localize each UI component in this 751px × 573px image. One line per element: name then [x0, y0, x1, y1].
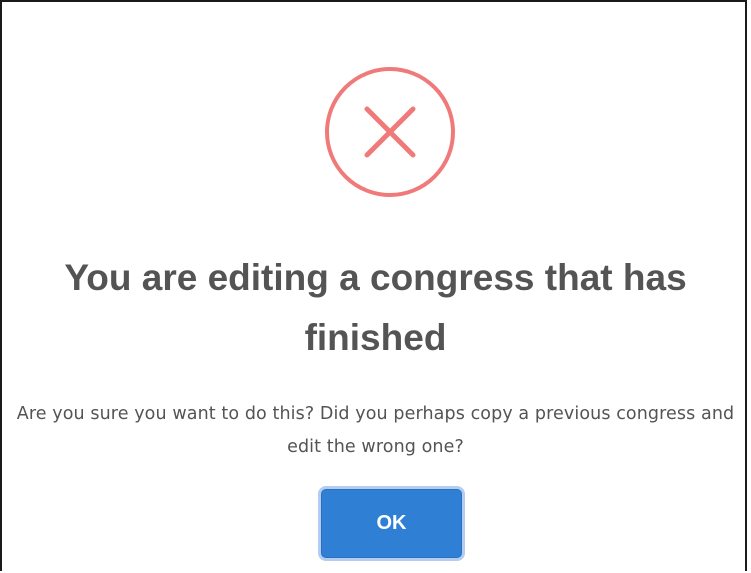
ok-button[interactable]: OK: [318, 486, 465, 561]
dialog-message: Are you sure you want to do this? Did yo…: [16, 404, 735, 457]
error-x-icon: [324, 66, 456, 198]
dialog-title: You are editing a congress that has fini…: [64, 257, 687, 358]
error-dialog: You are editing a congress that has fini…: [0, 0, 747, 571]
